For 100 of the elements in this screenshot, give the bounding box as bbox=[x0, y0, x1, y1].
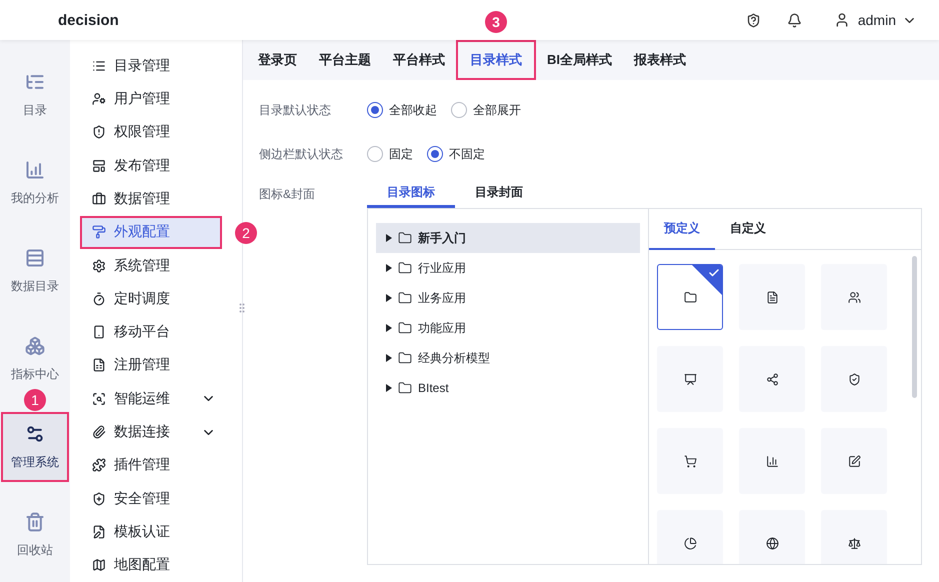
shield-icon[interactable] bbox=[746, 12, 761, 28]
tree-item[interactable]: 功能应用 bbox=[376, 313, 640, 343]
layout-icon bbox=[92, 158, 106, 173]
menu-item[interactable]: 系统管理 bbox=[80, 248, 222, 282]
paint-roller-icon bbox=[92, 225, 106, 240]
menu-item[interactable]: 定时调度 bbox=[80, 282, 222, 316]
briefcase-icon bbox=[92, 192, 106, 206]
icon-tile[interactable] bbox=[821, 264, 887, 330]
tab[interactable]: 目录封面 bbox=[455, 184, 543, 208]
shield-icon bbox=[92, 125, 106, 140]
tree-item[interactable]: 经典分析模型 bbox=[376, 343, 640, 373]
menu-item[interactable]: 模板认证 bbox=[80, 515, 222, 549]
chart-icon bbox=[25, 160, 45, 180]
globe-icon bbox=[766, 536, 778, 550]
phone-icon bbox=[92, 325, 106, 340]
edit-icon bbox=[848, 454, 860, 468]
folder-icon bbox=[684, 290, 696, 304]
caret-icon[interactable] bbox=[386, 234, 392, 242]
caret-icon[interactable] bbox=[386, 384, 392, 392]
radio-option[interactable]: 固定 bbox=[367, 146, 413, 162]
menu-item[interactable]: 用户管理 bbox=[80, 82, 222, 116]
icon-tile[interactable] bbox=[657, 510, 723, 564]
folder-icon bbox=[398, 321, 412, 335]
radio-option[interactable]: 全部展开 bbox=[451, 102, 521, 118]
tab[interactable]: 登录页 bbox=[247, 40, 308, 80]
tab[interactable]: 平台主题 bbox=[308, 40, 382, 80]
tab[interactable]: BI全局样式 bbox=[536, 40, 623, 80]
menu-item[interactable]: 安全管理 bbox=[80, 482, 222, 516]
user-icon[interactable] bbox=[834, 12, 850, 28]
rail-item[interactable]: 数据目录 bbox=[3, 238, 67, 304]
settings-icon bbox=[92, 258, 106, 273]
radio-option[interactable]: 全部收起 bbox=[367, 102, 437, 118]
tab[interactable]: 平台样式 bbox=[382, 40, 456, 80]
caret-icon[interactable] bbox=[386, 264, 392, 272]
map-icon bbox=[92, 558, 106, 572]
paperclip-icon bbox=[92, 425, 106, 440]
bell-icon[interactable] bbox=[786, 12, 802, 28]
icon-tile[interactable] bbox=[739, 264, 805, 330]
step-badge: 1 bbox=[24, 389, 46, 411]
setting-label: 图标&封面 bbox=[259, 186, 316, 203]
tab[interactable]: 自定义 bbox=[715, 209, 781, 250]
menu-item[interactable]: 目录管理 bbox=[80, 49, 222, 82]
file-pen-icon bbox=[92, 525, 106, 540]
menu-item[interactable]: 数据管理 bbox=[80, 182, 222, 216]
bar-chart-icon bbox=[766, 454, 778, 468]
tree-item[interactable]: 行业应用 bbox=[376, 253, 640, 283]
tab[interactable]: 预定义 bbox=[649, 209, 715, 250]
icon-tile[interactable] bbox=[821, 346, 887, 412]
caret-icon[interactable] bbox=[386, 324, 392, 332]
rail-item[interactable]: 指标中心 bbox=[3, 326, 67, 392]
menu-item[interactable]: 移动平台 bbox=[80, 316, 222, 349]
tree-item[interactable]: 业务应用 bbox=[376, 283, 640, 313]
menu-item[interactable]: 权限管理 bbox=[80, 116, 222, 149]
puzzle-icon bbox=[92, 458, 106, 472]
rail-item[interactable]: 我的分析 bbox=[3, 150, 67, 216]
menu-item[interactable]: 插件管理 bbox=[80, 448, 222, 482]
nodes-icon bbox=[766, 372, 778, 386]
icon-tile[interactable] bbox=[821, 510, 887, 564]
icon-tile[interactable] bbox=[739, 428, 805, 494]
tab[interactable]: 目录图标 bbox=[367, 184, 455, 208]
pie-chart-icon bbox=[684, 536, 696, 550]
icon-tile[interactable] bbox=[739, 346, 805, 412]
caret-icon[interactable] bbox=[386, 354, 392, 362]
folder-icon bbox=[398, 381, 412, 395]
shield-plus-icon bbox=[92, 492, 106, 506]
timer-icon bbox=[92, 292, 106, 306]
cart-icon bbox=[684, 454, 696, 468]
tab[interactable]: 报表样式 bbox=[623, 40, 697, 80]
rail-item[interactable]: 目录 bbox=[3, 62, 67, 128]
scrollbar[interactable] bbox=[912, 256, 917, 398]
tree-item[interactable]: 新手入门 bbox=[376, 223, 640, 253]
rows-icon bbox=[25, 248, 45, 268]
scan-icon bbox=[92, 392, 106, 406]
menu-item[interactable]: 注册管理 bbox=[80, 348, 222, 382]
icon-tile[interactable] bbox=[739, 510, 805, 564]
shield-icon bbox=[848, 372, 860, 386]
user-name[interactable]: admin bbox=[858, 12, 896, 28]
step-badge: 2 bbox=[235, 222, 257, 244]
scales-icon bbox=[848, 536, 860, 550]
menu-item[interactable]: 数据连接 bbox=[80, 415, 222, 449]
icon-tile[interactable] bbox=[657, 428, 723, 494]
menu-item[interactable]: 智能运维 bbox=[80, 382, 222, 416]
menu-item[interactable]: 地图配置 bbox=[80, 548, 222, 582]
tree-item[interactable]: BItest bbox=[376, 373, 640, 403]
check-icon bbox=[708, 267, 720, 279]
icon-tile[interactable] bbox=[657, 346, 723, 412]
setting-label: 目录默认状态 bbox=[259, 102, 332, 118]
users-icon bbox=[848, 290, 860, 304]
monitor-chart-icon bbox=[684, 372, 696, 386]
icon-tile[interactable] bbox=[657, 264, 723, 330]
folder-icon bbox=[398, 351, 412, 365]
radio-option[interactable]: 不固定 bbox=[427, 146, 485, 162]
icon-tile[interactable] bbox=[821, 428, 887, 494]
app-title: decision bbox=[58, 12, 119, 28]
menu-item[interactable]: 发布管理 bbox=[80, 148, 222, 182]
rail-item[interactable]: 回收站 bbox=[3, 502, 67, 568]
folder-icon bbox=[398, 261, 412, 275]
caret-icon[interactable] bbox=[386, 294, 392, 302]
cubes-icon bbox=[25, 336, 45, 356]
document-icon bbox=[766, 290, 778, 304]
